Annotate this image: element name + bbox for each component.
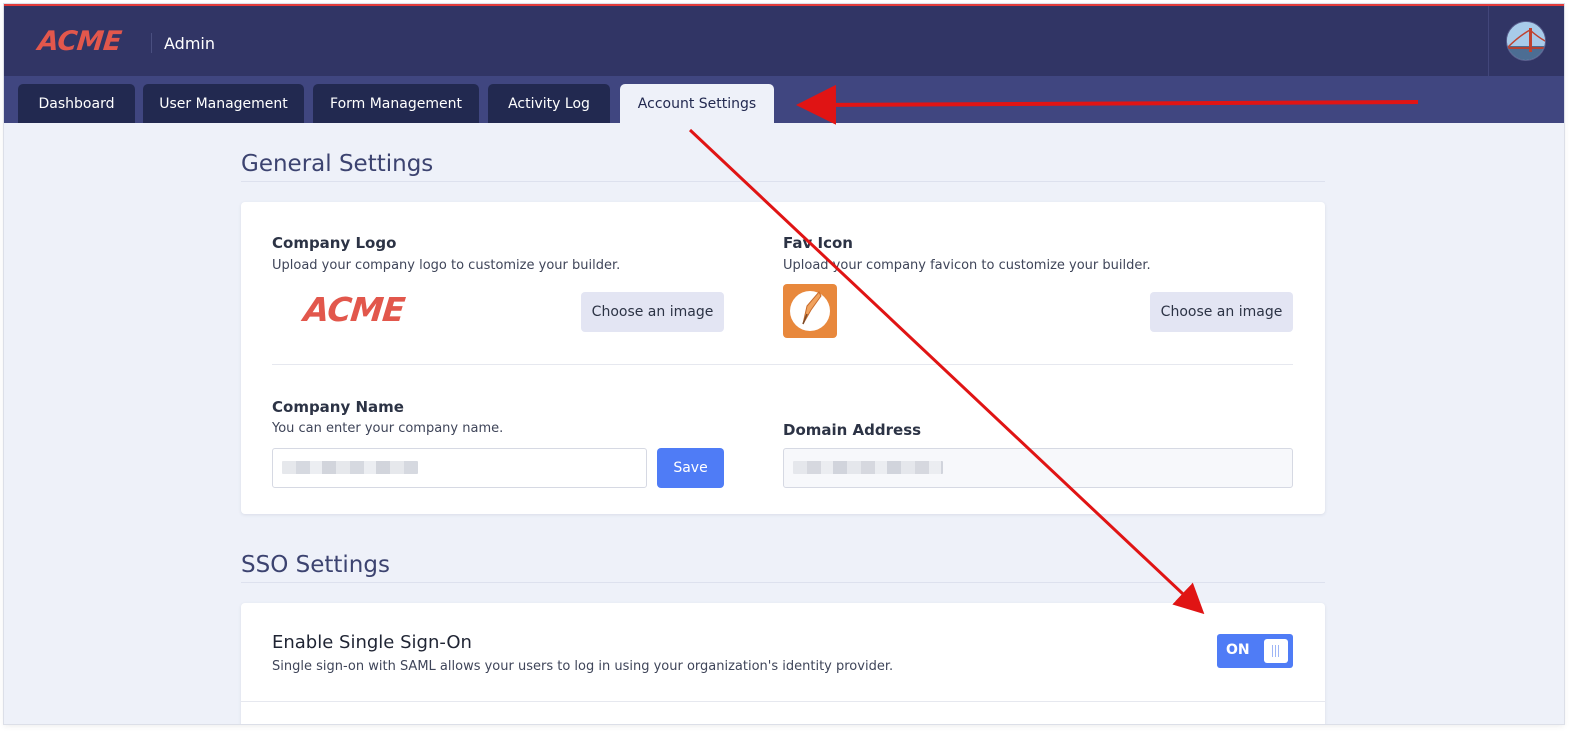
tab-bar: Dashboard User Management Form Managemen… xyxy=(4,76,1564,123)
general-card-divider xyxy=(272,364,1293,365)
company-logo-description: Upload your company logo to customize yo… xyxy=(272,258,621,273)
brand-separator xyxy=(151,33,152,53)
avatar-photo-icon[interactable] xyxy=(1506,21,1546,61)
company-logo-label: Company Logo xyxy=(272,234,397,252)
company-logo-choose-button[interactable]: Choose an image xyxy=(581,292,724,332)
tab-activity-log[interactable]: Activity Log xyxy=(488,84,610,123)
favicon-label: Fav Icon xyxy=(783,234,853,252)
bridge-icon xyxy=(1507,22,1545,60)
company-name-redacted-value xyxy=(282,461,418,474)
tab-form-management[interactable]: Form Management xyxy=(313,84,479,123)
sso-card-divider xyxy=(241,701,1325,702)
enable-sso-toggle[interactable]: ON xyxy=(1217,634,1293,668)
tab-account-settings[interactable]: Account Settings xyxy=(620,84,774,123)
sso-settings-card: Enable Single Sign-On Single sign-on wit… xyxy=(241,603,1325,724)
general-settings-title: General Settings xyxy=(241,151,434,177)
company-name-label: Company Name xyxy=(272,398,404,416)
favicon-description: Upload your company favicon to customize… xyxy=(783,258,1151,273)
domain-address-input[interactable] xyxy=(783,448,1293,488)
company-name-description: You can enter your company name. xyxy=(272,421,504,436)
toggle-knob-icon xyxy=(1264,639,1288,663)
domain-address-label: Domain Address xyxy=(783,421,922,439)
tab-user-management[interactable]: User Management xyxy=(143,84,304,123)
top-bar: ACME Admin xyxy=(4,6,1564,76)
pencil-app-icon xyxy=(783,284,837,338)
sso-settings-rule xyxy=(241,582,1325,583)
brand-logo[interactable]: ACME xyxy=(36,26,122,57)
general-settings-rule xyxy=(241,181,1325,182)
app-window: ACME Admin Dashboard User Management For… xyxy=(4,4,1564,724)
general-settings-card: Company Logo Upload your company logo to… xyxy=(241,202,1325,514)
tab-dashboard[interactable]: Dashboard xyxy=(18,84,135,123)
favicon-choose-button[interactable]: Choose an image xyxy=(1150,292,1293,332)
sso-settings-title: SSO Settings xyxy=(241,552,390,578)
company-name-save-button[interactable]: Save xyxy=(657,448,724,488)
company-logo-preview: ACME xyxy=(301,290,407,329)
favicon-pencil-icon xyxy=(790,291,830,331)
domain-address-redacted-value xyxy=(793,461,943,474)
enable-sso-description: Single sign-on with SAML allows your use… xyxy=(272,659,894,674)
avatar-container xyxy=(1488,6,1564,76)
enable-sso-toggle-label: ON xyxy=(1226,642,1250,658)
enable-sso-label: Enable Single Sign-On xyxy=(272,632,472,653)
company-name-input[interactable] xyxy=(272,448,647,488)
brand-title: Admin xyxy=(164,34,215,53)
